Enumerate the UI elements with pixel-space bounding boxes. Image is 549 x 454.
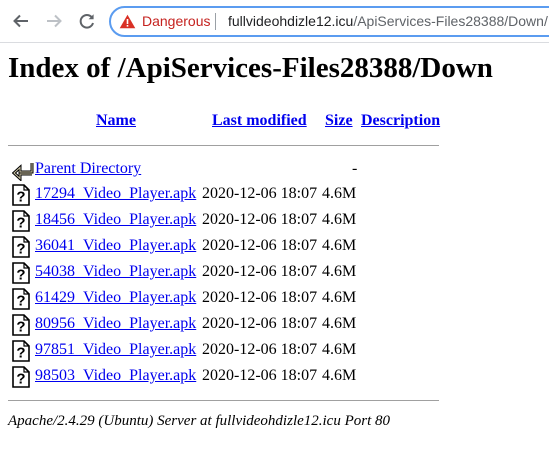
file-last-modified: 2020-12-06 18:07: [202, 315, 318, 332]
unknown-file-icon: ?: [12, 314, 30, 341]
svg-text:?: ?: [16, 241, 25, 258]
file-link[interactable]: 54038_Video_Player.apk: [35, 263, 196, 281]
file-row: ? 98503_Video_Player.apk 2020-12-06 18:07 4…: [8, 365, 458, 389]
file-row: ? 17294_Video_Player.apk 2020-12-06 18:07 4…: [8, 183, 458, 207]
svg-text:?: ?: [16, 215, 25, 232]
url-host: fullvideohdizle12.icu: [228, 13, 354, 29]
file-size: 4.6M: [322, 263, 357, 280]
column-header-name[interactable]: Name: [96, 112, 136, 130]
back-folder-icon: [12, 163, 34, 181]
back-arrow-icon: [13, 14, 28, 28]
file-size: 4.6M: [322, 341, 357, 358]
forward-arrow-icon: [47, 14, 62, 28]
file-row: ? 97851_Video_Player.apk 2020-12-06 18:07 4…: [8, 339, 458, 363]
svg-text:?: ?: [16, 293, 25, 310]
svg-text:?: ?: [16, 189, 25, 206]
file-size: 4.6M: [322, 185, 357, 202]
unknown-file-icon: ?: [12, 184, 30, 211]
footer-divider: [8, 400, 439, 401]
unknown-file-icon: ?: [12, 236, 30, 263]
unknown-file-icon: ?: [12, 288, 30, 315]
file-last-modified: 2020-12-06 18:07: [202, 237, 318, 254]
file-last-modified: 2020-12-06 18:07: [202, 211, 318, 228]
unknown-file-icon: ?: [12, 366, 30, 393]
file-row: ? 54038_Video_Player.apk 2020-12-06 18:07 4…: [8, 261, 458, 285]
unknown-file-icon: ?: [12, 210, 30, 237]
file-link[interactable]: 80956_Video_Player.apk: [35, 315, 196, 333]
browser-toolbar: Dangerous fullvideohdizle12.icu/ApiServi…: [0, 0, 549, 43]
column-header-description[interactable]: Description: [361, 112, 440, 130]
file-link[interactable]: 17294_Video_Player.apk: [35, 185, 196, 203]
parent-size: -: [352, 160, 358, 177]
file-link[interactable]: 97851_Video_Player.apk: [35, 341, 196, 359]
file-last-modified: 2020-12-06 18:07: [202, 263, 318, 280]
column-header-last-modified[interactable]: Last modified: [212, 112, 307, 130]
file-size: 4.6M: [322, 289, 357, 306]
file-last-modified: 2020-12-06 18:07: [202, 289, 318, 306]
unknown-file-icon: ?: [12, 340, 30, 367]
svg-text:?: ?: [16, 371, 25, 388]
file-link[interactable]: 98503_Video_Player.apk: [35, 367, 196, 385]
svg-text:?: ?: [16, 267, 25, 284]
svg-text:?: ?: [16, 345, 25, 362]
file-link[interactable]: 61429_Video_Player.apk: [35, 289, 196, 307]
file-row: ? 80956_Video_Player.apk 2020-12-06 18:07 4…: [8, 313, 458, 337]
server-signature: Apache/2.4.29 (Ubuntu) Server at fullvid…: [8, 413, 391, 429]
url-path: /ApiServices-Files28388/Down/: [353, 13, 548, 29]
address-separator: [215, 13, 216, 30]
column-header-size[interactable]: Size: [325, 112, 353, 130]
reload-button[interactable]: [76, 10, 98, 32]
file-last-modified: 2020-12-06 18:07: [202, 185, 318, 202]
address-bar[interactable]: Dangerous fullvideohdizle12.icu/ApiServi…: [109, 6, 549, 37]
file-size: 4.6M: [322, 237, 357, 254]
file-size: 4.6M: [322, 211, 357, 228]
forward-button[interactable]: [43, 10, 65, 32]
file-size: 4.6M: [322, 367, 357, 384]
url-text[interactable]: fullvideohdizle12.icu/ApiServices-Files2…: [228, 13, 549, 29]
back-button[interactable]: [10, 10, 32, 32]
file-link[interactable]: 18456_Video_Player.apk: [35, 211, 196, 229]
file-last-modified: 2020-12-06 18:07: [202, 341, 318, 358]
security-status-label[interactable]: Dangerous: [142, 13, 211, 29]
parent-directory-row: Parent Directory -: [8, 158, 458, 182]
svg-text:?: ?: [16, 319, 25, 336]
file-row: ? 36041_Video_Player.apk 2020-12-06 18:07 4…: [8, 235, 458, 259]
reload-icon: [79, 14, 94, 29]
file-size: 4.6M: [322, 315, 357, 332]
file-last-modified: 2020-12-06 18:07: [202, 367, 318, 384]
file-row: ? 61429_Video_Player.apk 2020-12-06 18:07 4…: [8, 287, 458, 311]
page-title: Index of /ApiServices-Files28388/Down: [8, 52, 493, 84]
parent-directory-link[interactable]: Parent Directory: [35, 160, 141, 178]
file-row: ? 18456_Video_Player.apk 2020-12-06 18:07 4…: [8, 209, 458, 233]
file-link[interactable]: 36041_Video_Player.apk: [35, 237, 196, 255]
warning-triangle-icon[interactable]: [119, 14, 136, 29]
unknown-file-icon: ?: [12, 262, 30, 289]
header-divider: [8, 145, 439, 146]
